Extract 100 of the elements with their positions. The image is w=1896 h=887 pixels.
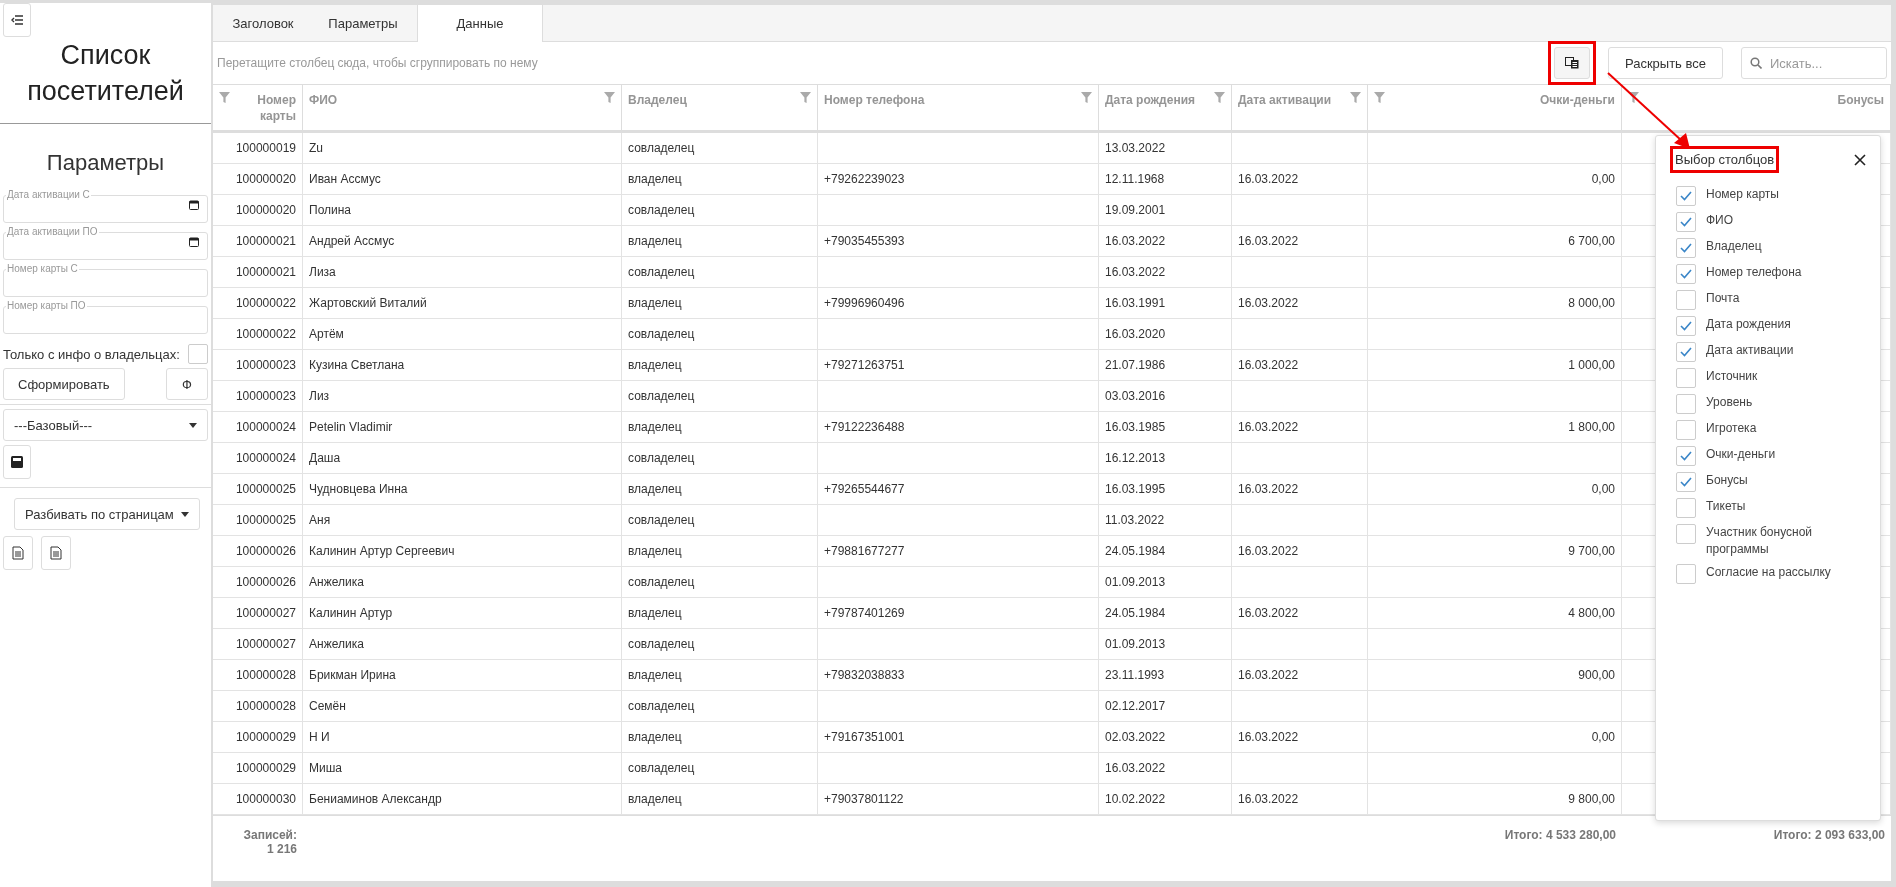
table-cell: 16.03.2022	[1232, 412, 1368, 442]
checkbox[interactable]	[1676, 290, 1696, 310]
table-cell: Артём	[303, 319, 622, 349]
table-cell: +79787401269	[818, 598, 1099, 628]
calendar-icon[interactable]	[189, 237, 199, 247]
column-option[interactable]: Очки-деньги	[1706, 446, 1776, 463]
checkbox[interactable]	[1676, 342, 1696, 362]
column-option[interactable]: Бонусы	[1706, 472, 1748, 489]
table-cell: 01.09.2013	[1099, 567, 1232, 597]
checkbox[interactable]	[1676, 186, 1696, 206]
checkbox[interactable]	[1676, 316, 1696, 336]
filter-icon[interactable]	[1214, 92, 1225, 103]
column-option[interactable]: Источник	[1706, 368, 1758, 385]
build-button[interactable]: Сформировать	[3, 368, 125, 400]
column-chooser-button[interactable]	[1553, 47, 1590, 79]
filter-icon[interactable]	[1628, 92, 1639, 103]
checkbox-label: Только с инфо о владельцах:	[3, 346, 180, 362]
table-cell: совладелец	[622, 505, 818, 535]
table-cell: 4 800,00	[1368, 598, 1622, 628]
table-cell: +79832038833	[818, 660, 1099, 690]
table-cell: +79122236488	[818, 412, 1099, 442]
table-cell: 100000029	[213, 753, 303, 783]
close-button[interactable]	[1854, 153, 1866, 166]
filter-icon[interactable]	[1350, 92, 1361, 103]
table-cell: 16.03.2022	[1232, 226, 1368, 256]
table-cell: владелец	[622, 226, 818, 256]
table-cell: Н И	[303, 722, 622, 752]
calendar-icon[interactable]	[189, 200, 199, 210]
table-cell: 100000028	[213, 660, 303, 690]
menu-button[interactable]	[3, 3, 31, 37]
table-cell: владелец	[622, 288, 818, 318]
table-cell: 01.09.2013	[1099, 629, 1232, 659]
table-cell: 100000023	[213, 350, 303, 380]
column-option[interactable]: Номер телефона	[1706, 264, 1802, 281]
tab[interactable]: Параметры	[313, 5, 413, 41]
section-title: Параметры	[45, 150, 166, 176]
checkbox[interactable]	[1676, 524, 1696, 544]
checkbox[interactable]	[1676, 368, 1696, 388]
filter-icon[interactable]	[1374, 92, 1385, 103]
close-icon	[1854, 153, 1866, 166]
table-cell: +79271263751	[818, 350, 1099, 380]
column-option[interactable]: Участник бонусной программы	[1706, 524, 1860, 558]
filter-icon[interactable]	[604, 92, 615, 103]
column-option[interactable]: Владелец	[1706, 238, 1762, 255]
preset-dropdown[interactable]: ---Базовый---	[3, 409, 208, 441]
group-hint: Перетащите столбец сюда, чтобы сгруппировать по нему	[217, 56, 539, 70]
paging-dropdown[interactable]: Разбивать по страницам	[14, 498, 200, 530]
checkbox[interactable]	[1676, 264, 1696, 284]
table-cell: владелец	[622, 474, 818, 504]
checkmark-icon	[1680, 269, 1692, 279]
table-cell: владелец	[622, 164, 818, 194]
column-option[interactable]: Игротека	[1706, 420, 1757, 437]
table-cell: Кузина Светлана	[303, 350, 622, 380]
table-cell: владелец	[622, 722, 818, 752]
filter-icon[interactable]	[800, 92, 811, 103]
table-cell: 16.03.2022	[1099, 257, 1232, 287]
tab[interactable]: Заголовок	[213, 5, 313, 41]
column-option[interactable]: Почта	[1706, 290, 1740, 307]
document-file-icon	[50, 546, 62, 560]
checkbox[interactable]	[1676, 238, 1696, 258]
checkbox[interactable]	[1676, 446, 1696, 466]
checkbox[interactable]	[1676, 420, 1696, 440]
checkbox[interactable]	[1676, 394, 1696, 414]
expand-all-button[interactable]: Раскрыть все	[1607, 47, 1723, 79]
table-cell: Семён	[303, 691, 622, 721]
column-option[interactable]: Дата рождения	[1706, 316, 1791, 333]
checkmark-icon	[1680, 321, 1692, 331]
table-cell: 16.12.2013	[1099, 443, 1232, 473]
column-option[interactable]: Дата активации	[1706, 342, 1794, 359]
save-button[interactable]	[3, 445, 31, 479]
search-field[interactable]: Искать...	[1741, 47, 1887, 79]
xlsx-export-button[interactable]	[3, 536, 33, 570]
column-option[interactable]: Номер карты	[1706, 186, 1779, 203]
table-cell: совладелец	[622, 319, 818, 349]
table-cell: 100000019	[213, 133, 303, 163]
f-button[interactable]: Ф	[166, 368, 208, 400]
column-option[interactable]: Тикеты	[1706, 498, 1746, 515]
table-cell: Брикман Ирина	[303, 660, 622, 690]
record-count: Записей: 1 216	[242, 828, 298, 858]
table-cell: 900,00	[1368, 660, 1622, 690]
pdf-export-button[interactable]	[41, 536, 71, 570]
table-cell: 12.11.1968	[1099, 164, 1232, 194]
filter-icon[interactable]	[1081, 92, 1092, 103]
checkbox[interactable]	[1676, 564, 1696, 584]
column-option[interactable]: Согласие на рассылку	[1706, 564, 1831, 581]
checkbox[interactable]	[187, 344, 208, 364]
column-option[interactable]: Уровень	[1706, 394, 1753, 411]
table-cell: 03.03.2016	[1099, 381, 1232, 411]
table-cell: владелец	[622, 350, 818, 380]
checkbox[interactable]	[1676, 472, 1696, 492]
tab[interactable]: Данные	[417, 5, 543, 42]
column-option[interactable]: ФИО	[1706, 212, 1734, 229]
checkbox[interactable]	[1676, 212, 1696, 232]
checkbox[interactable]	[1676, 498, 1696, 518]
table-cell: +79037801122	[818, 784, 1099, 814]
table-cell: 0,00	[1368, 474, 1622, 504]
table-cell: 13.03.2022	[1099, 133, 1232, 163]
caret-icon	[189, 422, 197, 428]
filter-icon[interactable]	[219, 92, 230, 103]
table-cell: совладелец	[622, 567, 818, 597]
